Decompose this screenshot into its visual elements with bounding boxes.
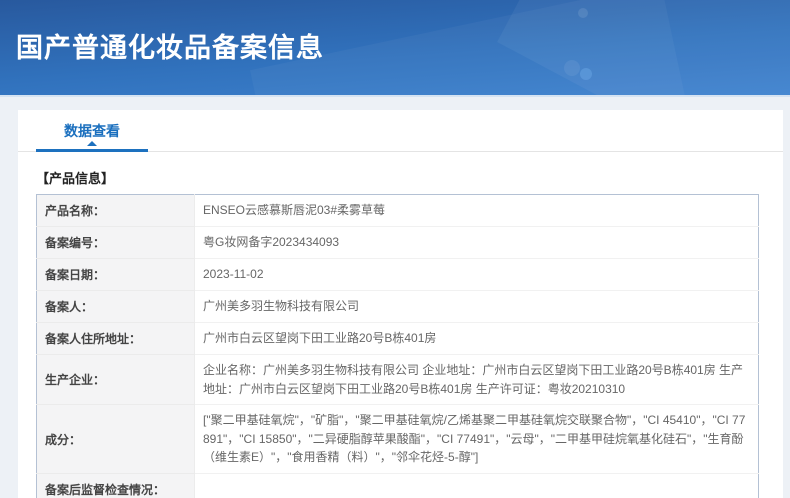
table-row: 备案编号： 粤G妆网备字2023434093 <box>36 226 759 259</box>
row-value: 广州市白云区望岗下田工业路20号B栋401房 <box>194 322 759 355</box>
row-label: 生产企业： <box>36 354 195 406</box>
row-label: 产品名称： <box>36 194 195 227</box>
page-header: 国产普通化妆品备案信息 <box>0 0 790 97</box>
page-title: 国产普通化妆品备案信息 <box>16 33 324 63</box>
row-value: 粤G妆网备字2023434093 <box>194 226 759 259</box>
row-value: 2023-11-02 <box>194 258 759 291</box>
tab-data-view[interactable]: 数据查看 <box>36 109 148 152</box>
row-value: 广州美多羽生物科技有限公司 <box>194 290 759 323</box>
row-label: 成分： <box>36 404 195 474</box>
table-row: 产品名称： ENSEO云感慕斯唇泥03#柔雾草莓 <box>36 194 759 227</box>
tabs-row: 数据查看 <box>18 110 783 152</box>
row-value: 企业名称：广州美多羽生物科技有限公司 企业地址：广州市白云区望岗下田工业路20号… <box>194 354 759 406</box>
table-row: 备案后监督检查情况： <box>36 473 759 498</box>
table-row: 备案人住所地址： 广州市白云区望岗下田工业路20号B栋401房 <box>36 322 759 355</box>
row-label: 备案编号： <box>36 226 195 259</box>
content-card: 数据查看 【产品信息】 产品名称： ENSEO云感慕斯唇泥03#柔雾草莓 备案编… <box>18 110 783 498</box>
table-row: 备案日期： 2023-11-02 <box>36 258 759 291</box>
row-label: 备案后监督检查情况： <box>36 473 195 498</box>
table-row: 备案人： 广州美多羽生物科技有限公司 <box>36 290 759 323</box>
row-label: 备案人： <box>36 290 195 323</box>
header-decoration-dot <box>564 60 580 76</box>
table-row: 成分： ["聚二甲基硅氧烷"，"矿脂"，"聚二甲基硅氧烷/乙烯基聚二甲基硅氧烷交… <box>36 404 759 474</box>
product-info-table: 产品名称： ENSEO云感慕斯唇泥03#柔雾草莓 备案编号： 粤G妆网备字202… <box>36 194 759 498</box>
row-value: ["聚二甲基硅氧烷"，"矿脂"，"聚二甲基硅氧烷/乙烯基聚二甲基硅氧烷交联聚合物… <box>194 404 759 474</box>
header-decoration-dot <box>580 68 592 80</box>
row-label: 备案人住所地址： <box>36 322 195 355</box>
row-value: ENSEO云感慕斯唇泥03#柔雾草莓 <box>194 194 759 227</box>
section-title-product-info: 【产品信息】 <box>36 171 115 186</box>
product-info-table-body: 产品名称： ENSEO云感慕斯唇泥03#柔雾草莓 备案编号： 粤G妆网备字202… <box>36 194 759 498</box>
header-decoration-dot <box>578 8 588 18</box>
row-label: 备案日期： <box>36 258 195 291</box>
row-value <box>194 473 759 498</box>
table-row: 生产企业： 企业名称：广州美多羽生物科技有限公司 企业地址：广州市白云区望岗下田… <box>36 354 759 406</box>
